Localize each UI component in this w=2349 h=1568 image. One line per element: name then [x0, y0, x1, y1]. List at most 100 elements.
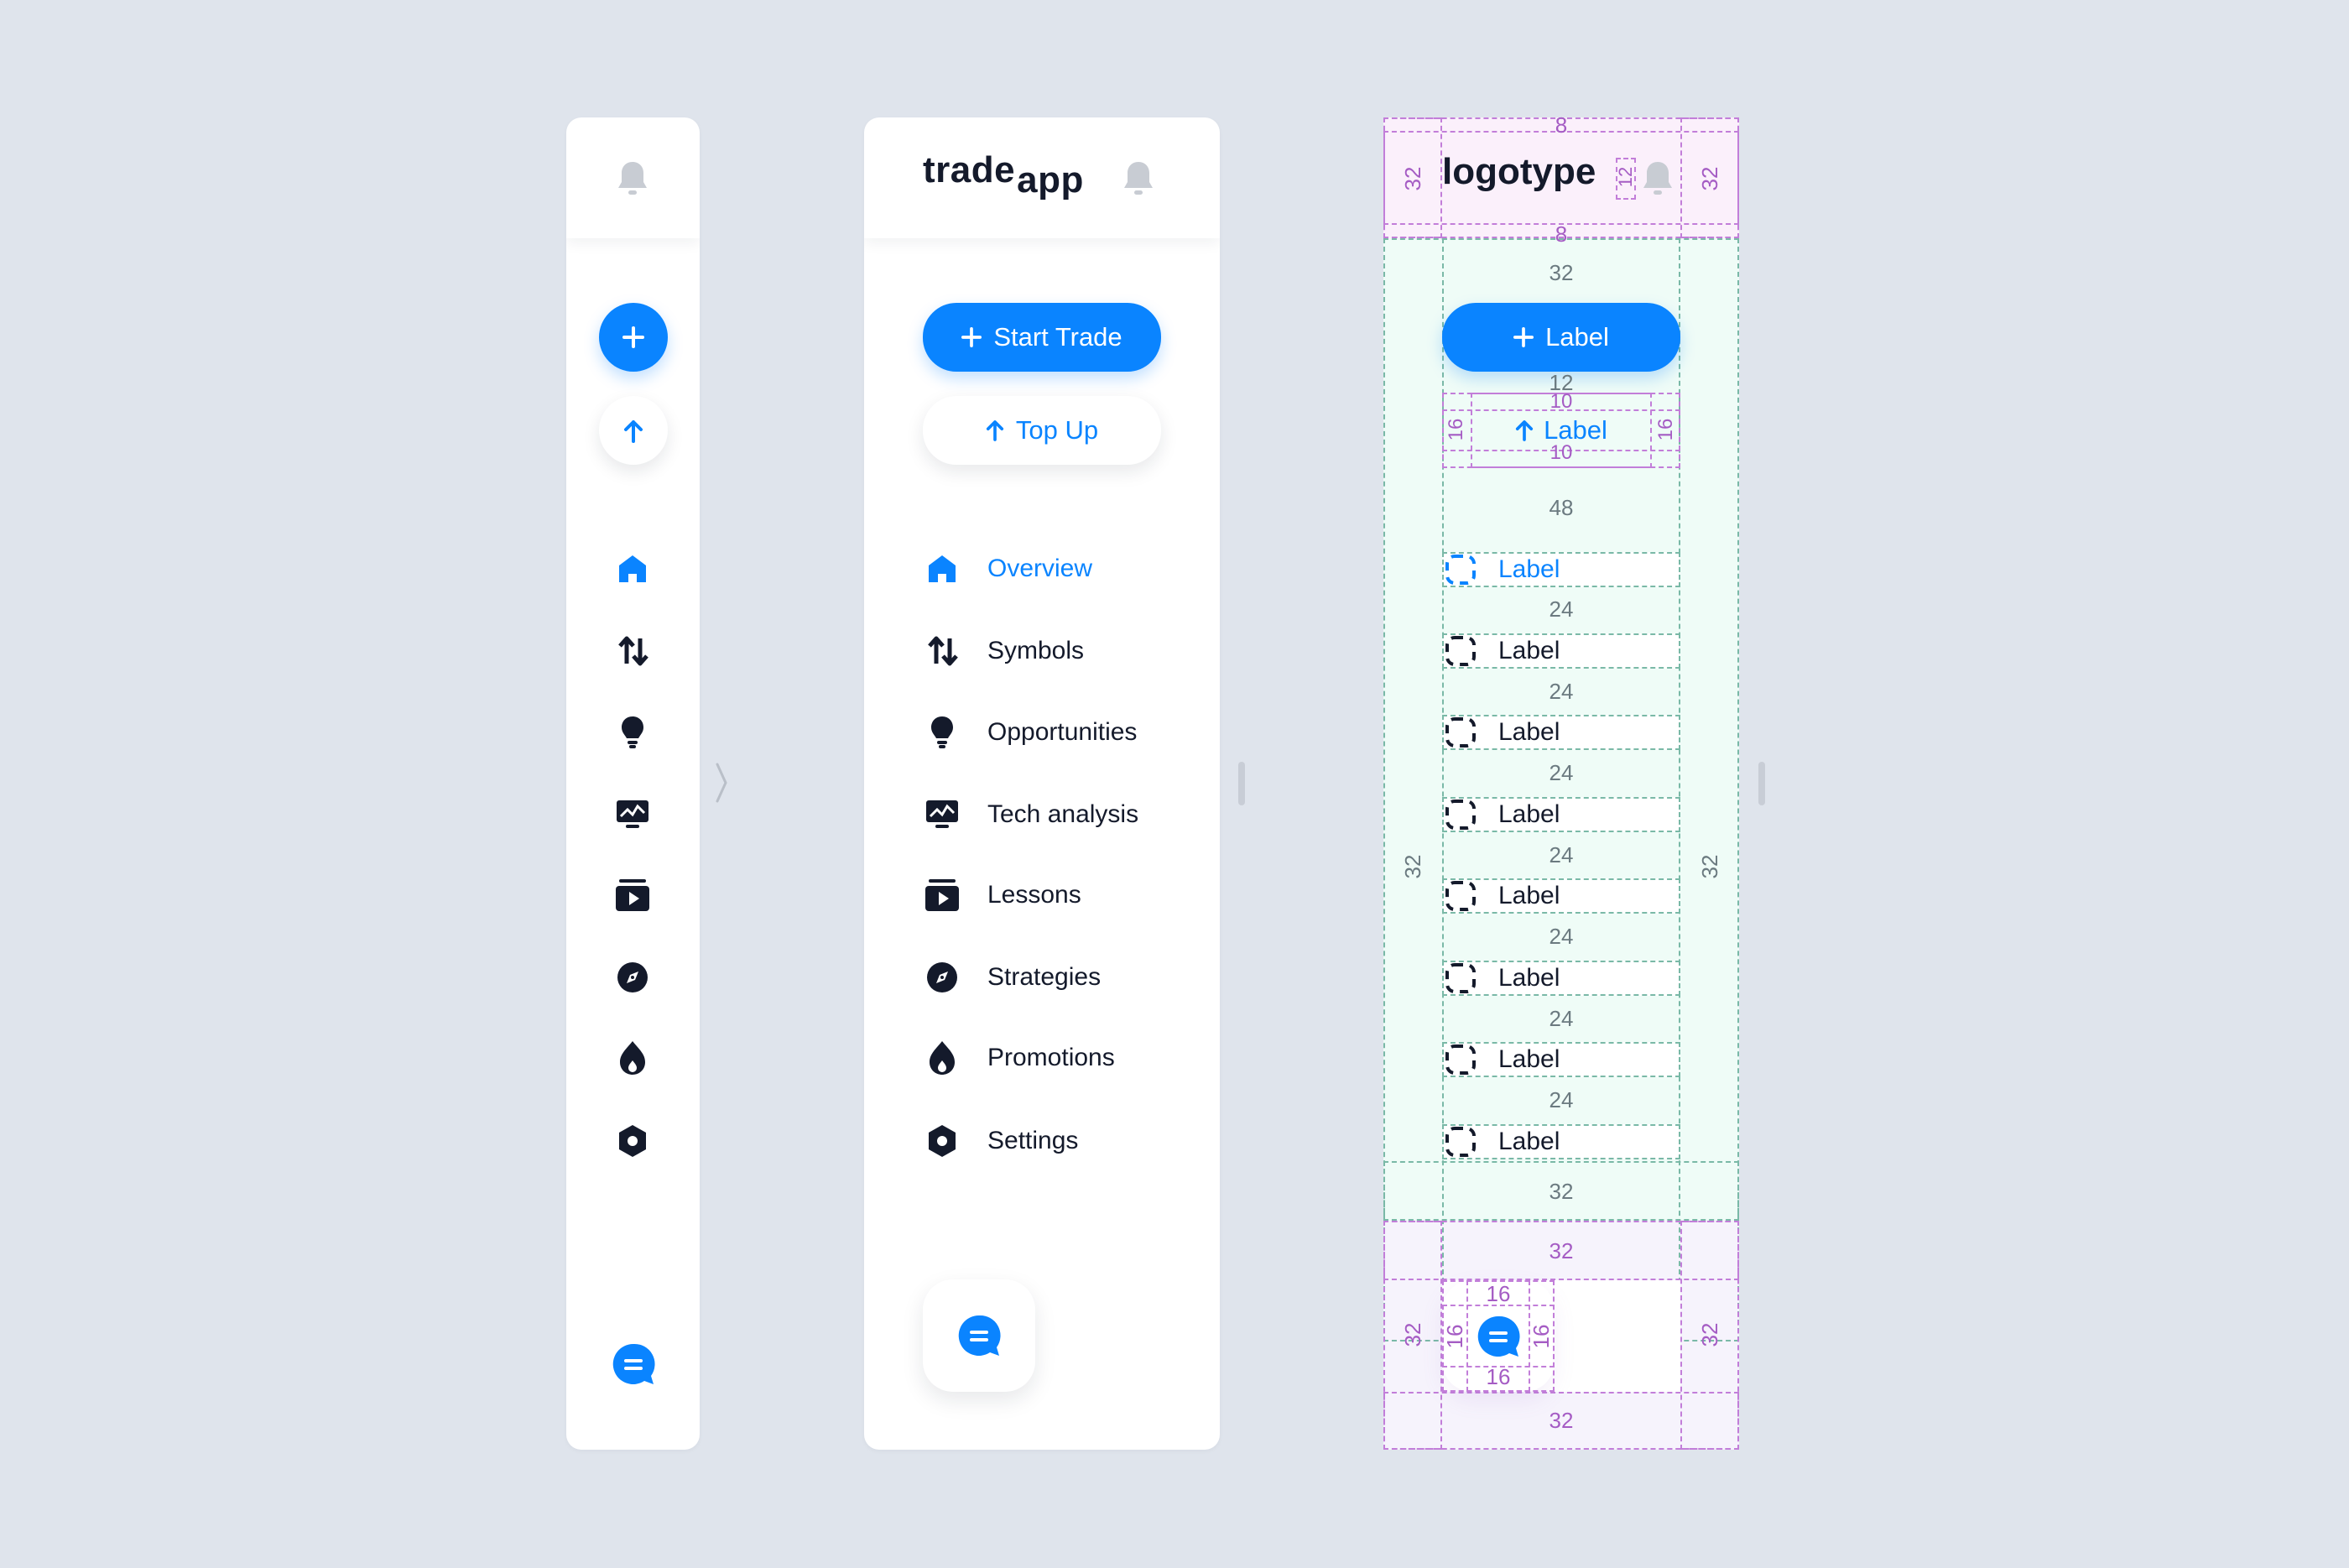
- nav-item-symbols[interactable]: Symbols: [927, 635, 1084, 667]
- spec-item-label: Label: [1498, 1128, 1560, 1155]
- spec-item-label: Label: [1498, 882, 1560, 909]
- chat-bubble-icon[interactable]: [612, 1342, 655, 1386]
- nav-item-promotions[interactable]: Promotions: [928, 1040, 1115, 1076]
- hexagon-settings-icon[interactable]: [617, 1124, 648, 1158]
- play-card-icon: [925, 879, 959, 911]
- logo-app: app: [1017, 159, 1084, 201]
- spec-number: 16: [1486, 1281, 1511, 1306]
- spec-nav-item: [1442, 1042, 1680, 1077]
- flame-icon: [928, 1040, 956, 1076]
- spec-number: 32: [1549, 260, 1574, 285]
- spec-number: 24: [1549, 760, 1574, 785]
- spec-item-label: Label: [1498, 1045, 1560, 1073]
- nav-item-lessons[interactable]: Lessons: [925, 879, 1081, 911]
- chevron-right-icon[interactable]: [715, 762, 728, 804]
- nav-label: Opportunities: [987, 718, 1138, 746]
- lightbulb-icon: [930, 716, 955, 749]
- spec-number: 32: [1400, 854, 1425, 879]
- chat-bubble-icon: [957, 1314, 1001, 1357]
- spec-number: 24: [1549, 1006, 1574, 1031]
- spec-number: 16: [1486, 1364, 1511, 1389]
- arrow-up-icon: [623, 419, 643, 443]
- spec-number: 16: [1442, 1324, 1467, 1349]
- nav-item-overview[interactable]: Overview: [927, 554, 1092, 584]
- spec-nav-item: [1442, 1124, 1680, 1159]
- chart-monitor-icon: [925, 800, 959, 830]
- spec-nav-item: [1442, 961, 1680, 996]
- nav-label: Overview: [987, 555, 1093, 582]
- expanded-sidebar: tradeapp Start Trade Top Up Overview Sym…: [864, 117, 1220, 1450]
- top-up-button[interactable]: Top Up: [923, 396, 1161, 465]
- spec-number: 24: [1549, 679, 1574, 704]
- spec-button-label: Label: [1545, 322, 1609, 352]
- nav-label: Tech analysis: [987, 800, 1139, 828]
- spec-number: 16: [1445, 418, 1467, 441]
- nav-item-settings[interactable]: Settings: [927, 1124, 1078, 1158]
- spec-number: 24: [1549, 842, 1574, 867]
- plus-icon: [1513, 327, 1534, 347]
- home-icon[interactable]: [617, 554, 648, 584]
- spec-item-label: Label: [1498, 964, 1560, 992]
- compass-icon[interactable]: [617, 961, 648, 993]
- spec-nav-item: [1442, 878, 1680, 914]
- flame-icon[interactable]: [618, 1040, 647, 1076]
- new-trade-button[interactable]: [599, 303, 668, 372]
- spec-nav-item: [1442, 715, 1680, 750]
- placeholder-icon: [1445, 635, 1477, 667]
- resize-handle[interactable]: [1758, 762, 1765, 805]
- spec-secondary-button: Label: [1471, 409, 1652, 451]
- chart-monitor-icon[interactable]: [616, 800, 649, 830]
- nav-item-tech-analysis[interactable]: Tech analysis: [925, 800, 1138, 830]
- spec-number: 32: [1400, 166, 1425, 191]
- placeholder-icon: [1445, 962, 1477, 994]
- spec-button-label: Label: [1544, 415, 1607, 445]
- nav-item-opportunities[interactable]: Opportunities: [930, 716, 1137, 749]
- bell-icon[interactable]: [1122, 160, 1155, 199]
- nav-label: Symbols: [987, 637, 1085, 664]
- placeholder-icon: [1445, 880, 1477, 912]
- plus-icon: [961, 327, 982, 347]
- spec-item-label: Label: [1498, 800, 1560, 828]
- spec-nav-item: [1442, 633, 1680, 669]
- nav-item-strategies[interactable]: Strategies: [926, 961, 1101, 993]
- spec-item-label: Label: [1498, 718, 1560, 746]
- hexagon-settings-icon: [927, 1124, 957, 1158]
- arrow-up-icon: [1515, 419, 1534, 441]
- spec-number: 32: [1549, 1238, 1574, 1263]
- spec-number: 48: [1549, 495, 1574, 520]
- top-up-label: Top Up: [1015, 415, 1099, 445]
- lightbulb-icon[interactable]: [620, 716, 645, 749]
- spec-number: 24: [1549, 596, 1574, 622]
- arrows-up-down-icon: [927, 635, 959, 667]
- bell-icon[interactable]: [616, 160, 649, 199]
- spec-number: 16: [1654, 418, 1677, 441]
- top-up-button[interactable]: [599, 396, 668, 465]
- spec-number: 32: [1697, 854, 1722, 879]
- compass-icon: [926, 961, 958, 993]
- chat-bubble-icon: [1477, 1315, 1520, 1358]
- resize-handle[interactable]: [1238, 762, 1245, 805]
- nav-label: Strategies: [987, 963, 1102, 991]
- logotype: logotype: [1442, 151, 1596, 192]
- spec-number: 32: [1697, 166, 1722, 191]
- spec-number: 32: [1400, 1322, 1425, 1347]
- chat-button[interactable]: [923, 1279, 1035, 1392]
- play-card-icon[interactable]: [616, 879, 649, 911]
- plus-icon: [622, 326, 644, 348]
- nav-label: Promotions: [987, 1044, 1115, 1071]
- spec-nav-item: [1442, 552, 1680, 587]
- start-trade-label: Start Trade: [993, 322, 1122, 352]
- sidebar-header: [566, 117, 700, 238]
- spec-number: 24: [1549, 1087, 1574, 1112]
- spec-number: 32: [1697, 1322, 1722, 1347]
- spec-primary-button: Label: [1442, 303, 1680, 372]
- placeholder-icon: [1445, 1044, 1477, 1076]
- spec-number: 12: [1615, 166, 1636, 188]
- nav-label: Settings: [987, 1127, 1079, 1154]
- app-logo[interactable]: tradeapp: [923, 149, 1084, 208]
- spec-item-label: Label: [1498, 555, 1560, 583]
- arrows-up-down-icon[interactable]: [617, 635, 649, 667]
- start-trade-button[interactable]: Start Trade: [923, 303, 1161, 372]
- bell-icon: [1641, 160, 1675, 199]
- spec-number: 32: [1549, 1179, 1574, 1204]
